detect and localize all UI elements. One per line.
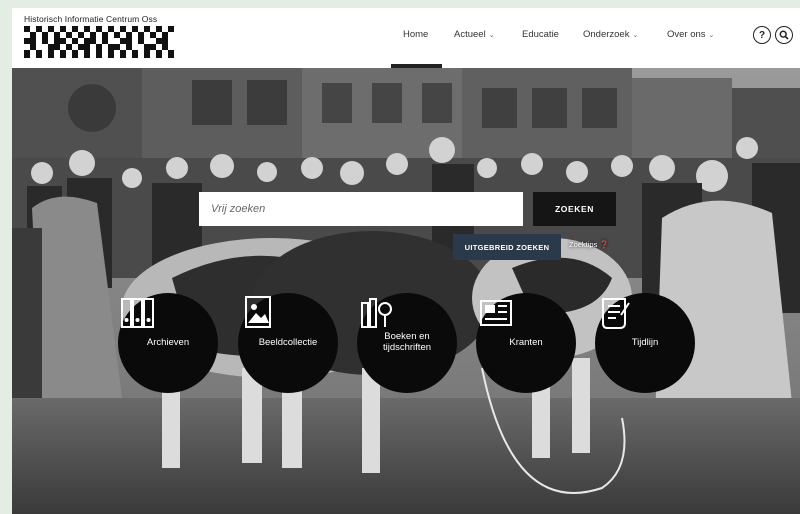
logo-text[interactable]: Historisch Informatie Centrum Oss (24, 14, 157, 24)
hero-photo (12, 68, 800, 514)
chevron-down-icon: ⌄ (488, 32, 495, 39)
nav-onderzoek-label: Onderzoek (583, 29, 630, 40)
help-icon: ? (758, 29, 766, 41)
archive-folders-icon (121, 298, 154, 328)
nav-actueel[interactable]: Actueel ⌄ (454, 29, 495, 40)
question-icon: ❓ (599, 240, 609, 249)
nav-onderzoek[interactable]: Onderzoek ⌄ (583, 29, 638, 40)
nav-educatie-label: Educatie (522, 29, 559, 40)
nav-over-ons-label: Over ons (667, 29, 706, 40)
category-label: Kranten (509, 336, 543, 348)
search-tips-label: Zoektips (569, 240, 598, 249)
category-label: Beeldcollectie (258, 336, 318, 348)
search-icon (779, 30, 789, 40)
nav-over-ons[interactable]: Over ons ⌄ (667, 29, 714, 40)
search-toggle-button[interactable] (775, 26, 793, 44)
nav-home[interactable]: Home (403, 29, 428, 40)
search-input[interactable] (199, 192, 523, 226)
category-label: Tijdlijn (631, 336, 659, 348)
page: Historisch Informatie Centrum Oss Home A… (12, 8, 800, 514)
books-icon (361, 298, 392, 328)
hero-section: ZOEKEN UITGEBREID ZOEKEN Zoektips ❓ Arch… (12, 68, 800, 514)
category-archieven[interactable]: Archieven (118, 293, 218, 393)
timeline-scroll-icon (602, 298, 630, 329)
advanced-search-button[interactable]: UITGEBREID ZOEKEN (453, 234, 561, 260)
search-button[interactable]: ZOEKEN (533, 192, 616, 226)
chevron-down-icon: ⌄ (708, 32, 715, 39)
category-label: Archieven (146, 336, 190, 348)
image-collection-icon (245, 296, 271, 328)
newspaper-icon (480, 300, 512, 326)
chevron-down-icon: ⌄ (632, 32, 639, 39)
logo-pattern-icon[interactable] (24, 26, 174, 58)
category-kranten[interactable]: Kranten (476, 293, 576, 393)
category-beeldcollectie[interactable]: Beeldcollectie (238, 293, 338, 393)
site-header: Historisch Informatie Centrum Oss Home A… (12, 8, 800, 68)
nav-actueel-label: Actueel (454, 29, 486, 40)
category-tijdlijn[interactable]: Tijdlijn (595, 293, 695, 393)
help-button[interactable]: ? (753, 26, 771, 44)
search-tips-link[interactable]: Zoektips ❓ (569, 240, 609, 249)
nav-educatie[interactable]: Educatie (522, 29, 559, 40)
nav-home-label: Home (403, 29, 429, 40)
category-label: Boeken en tijdschriften (382, 331, 432, 353)
category-boeken-en-tijdschriften[interactable]: Boeken en tijdschriften (357, 293, 457, 393)
